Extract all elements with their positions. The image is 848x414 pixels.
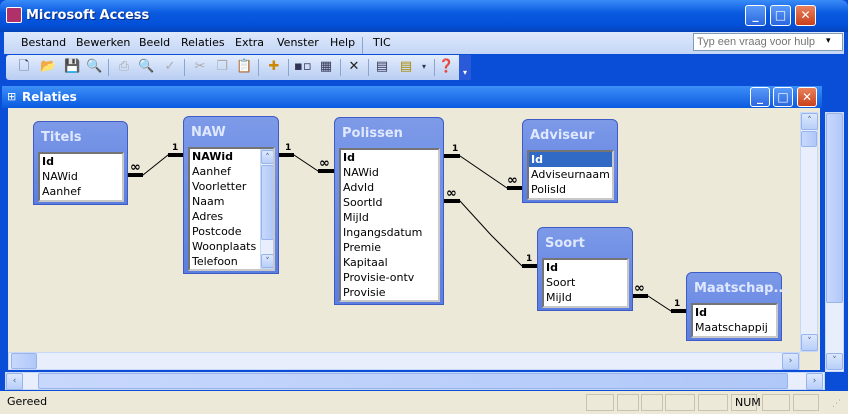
status-text: Gereed	[7, 395, 48, 408]
table-soort[interactable]: Soort Id Soort MijId	[537, 227, 633, 311]
table-maatschappij[interactable]: Maatschap... Id Maatschappij	[686, 272, 788, 341]
table-title: Titels	[41, 130, 82, 145]
field-list[interactable]: NAWid Aanhef Voorletter Naam Adres Postc…	[188, 147, 275, 271]
scroll-down-icon[interactable]: ˅	[826, 353, 843, 370]
field-item[interactable]: MijId	[341, 210, 438, 225]
field-list[interactable]: Id Maatschappij	[691, 303, 778, 338]
scroll-thumb[interactable]	[38, 373, 788, 389]
app-vertical-scrollbar[interactable]: ˅	[825, 112, 844, 372]
table-title: Adviseur	[530, 128, 595, 143]
field-list[interactable]: Id NAWid Aanhef	[38, 152, 124, 202]
num-lock-indicator: NUM	[731, 394, 761, 411]
field-item[interactable]: Premie	[341, 240, 438, 255]
app-horizontal-scrollbar[interactable]: ‹ ›	[5, 372, 825, 390]
field-item[interactable]: Id	[544, 260, 627, 275]
scroll-thumb[interactable]	[11, 353, 37, 369]
scroll-left-icon[interactable]: ‹	[6, 373, 23, 390]
field-list-scrollbar[interactable]: ˄ ˅	[260, 149, 273, 269]
field-item[interactable]: NAWid	[341, 165, 438, 180]
scroll-thumb[interactable]	[801, 131, 817, 147]
table-title: NAW	[191, 125, 226, 140]
field-item[interactable]: PolisId	[529, 182, 612, 197]
scroll-down-icon[interactable]: ˅	[801, 334, 818, 351]
cardinality-many: ∞	[634, 281, 645, 296]
field-item[interactable]: MijId	[544, 290, 627, 305]
scroll-up-icon[interactable]: ˄	[261, 150, 273, 164]
scroll-up-icon[interactable]: ˄	[801, 113, 818, 130]
relation-polissen-soort	[443, 199, 537, 268]
cardinality-many: ∞	[507, 173, 518, 188]
table-title: Maatschap...	[694, 281, 789, 296]
scroll-thumb[interactable]	[826, 113, 843, 303]
field-item[interactable]: Aanhef	[40, 184, 122, 199]
scroll-thumb[interactable]	[261, 165, 273, 240]
field-item[interactable]: Adviseurnaam	[529, 167, 612, 182]
field-item[interactable]: Maatschappij	[693, 320, 776, 335]
cardinality-one: 1	[674, 299, 681, 309]
cardinality-many: ∞	[446, 186, 457, 201]
status-bar: Gereed NUM ⋰	[0, 391, 848, 414]
field-item[interactable]: NAWid	[40, 169, 122, 184]
field-item[interactable]: Provisie-ontv	[341, 270, 438, 285]
cardinality-many: ∞	[319, 156, 330, 171]
field-item-selected[interactable]: Id	[529, 152, 612, 167]
table-title: Soort	[545, 236, 585, 251]
field-item[interactable]: Ingangsdatum	[341, 225, 438, 240]
field-item[interactable]: Id	[693, 305, 776, 320]
canvas-horizontal-scrollbar[interactable]: ›	[8, 352, 800, 370]
field-item[interactable]: Id	[341, 150, 438, 165]
resize-grip-icon[interactable]: ⋰	[832, 399, 841, 409]
scroll-right-icon[interactable]: ›	[782, 353, 799, 370]
field-list[interactable]: Id Soort MijId	[542, 258, 629, 308]
scroll-right-icon[interactable]: ›	[806, 373, 823, 390]
table-titels[interactable]: Titels Id NAWid Aanhef	[33, 121, 128, 205]
table-polissen[interactable]: Polissen Id NAWid AdvId SoortId MijId In…	[334, 117, 444, 305]
table-title: Polissen	[342, 126, 403, 141]
cardinality-many: ∞	[130, 160, 141, 175]
canvas-vertical-scrollbar[interactable]: ˄ ˅	[800, 112, 818, 352]
field-item[interactable]: AdvId	[341, 180, 438, 195]
field-item[interactable]: Soort	[544, 275, 627, 290]
field-list[interactable]: Id Adviseurnaam PolisId	[527, 150, 614, 200]
table-adviseur[interactable]: Adviseur Id Adviseurnaam PolisId	[522, 119, 618, 203]
cardinality-one: 1	[285, 143, 292, 153]
field-item[interactable]: Kapitaal	[341, 255, 438, 270]
table-naw[interactable]: NAW NAWid Aanhef Voorletter Naam Adres P…	[183, 116, 279, 274]
field-list[interactable]: Id NAWid AdvId SoortId MijId Ingangsdatu…	[339, 148, 440, 302]
cardinality-one: 1	[526, 254, 533, 264]
field-item[interactable]: SoortId	[341, 195, 438, 210]
cardinality-one: 1	[452, 144, 459, 154]
scroll-down-icon[interactable]: ˅	[261, 254, 273, 268]
field-item[interactable]: Id	[40, 154, 122, 169]
cardinality-one: 1	[172, 143, 179, 153]
field-item[interactable]: Provisie	[341, 285, 438, 300]
